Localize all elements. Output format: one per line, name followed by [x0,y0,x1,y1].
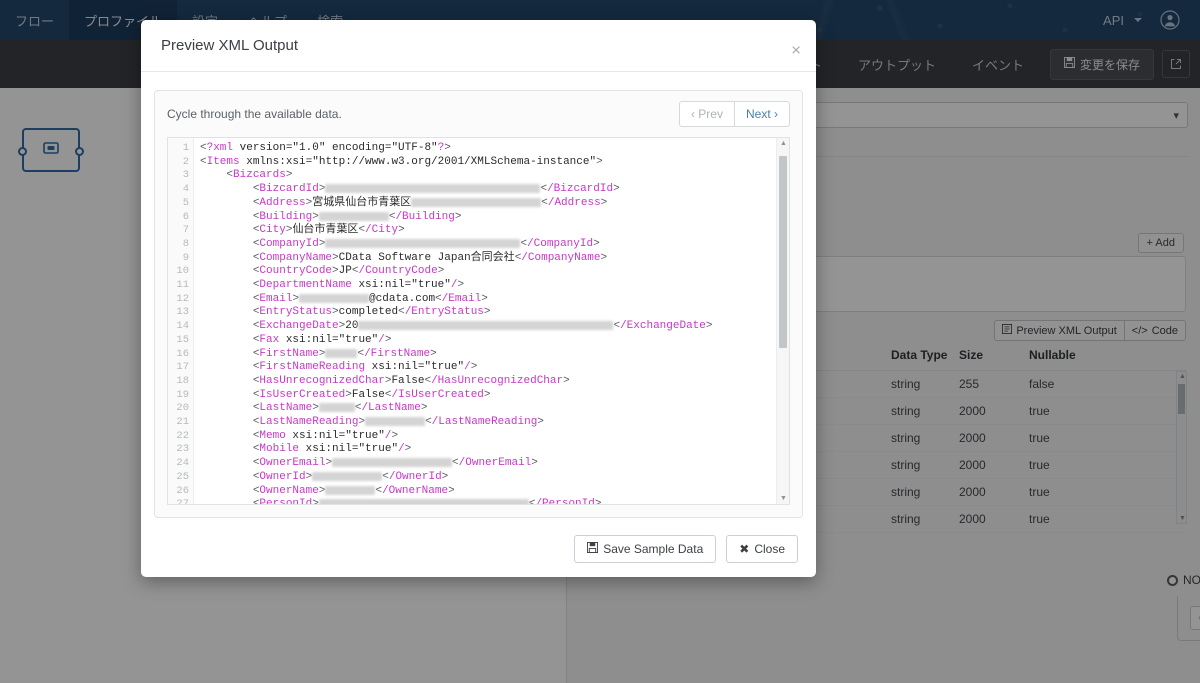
close-dialog-button[interactable]: ✖ Close [726,535,798,563]
code-line-number: 16 [176,347,189,360]
code-line-number: 17 [176,361,189,374]
code-content[interactable]: <?xml version="1.0" encoding="UTF-8"?> <I… [194,138,776,504]
code-line: <BizcardId> </BizcardId> [252,183,620,196]
code-line-number: 2 [182,155,189,168]
code-line: <Building> </Building> [252,210,462,223]
code-line: <Mobile xsi:nil="true"/> [252,443,412,456]
code-line: <ExchangeDate>20 </ExchangeDate> [252,320,713,333]
code-line: <PersonId></PersonId> [200,498,776,504]
code-line-number: 13 [176,306,189,319]
preview-panel: Cycle through the available data. ‹ Prev… [154,90,803,518]
code-line-number: 20 [176,402,189,415]
code-line: <Memo xsi:nil="true"/> [252,429,399,442]
code-line: <Bizcards> [226,169,293,182]
code-line: <LastName> </LastName> [252,402,428,415]
code-line: <CompanyId> </CompanyId> [252,237,600,250]
panel-toolbar: Cycle through the available data. ‹ Prev… [167,101,790,127]
xml-code-viewer[interactable]: 1 2 3 4 5 6 7 8 9 10 11 12 13 14 15 16 17 18 19 20 21 22 23 24 2… [167,137,790,505]
code-line: <OwnerEmail> </OwnerEmail> [252,457,538,470]
code-line-number: 3 [182,169,189,182]
code-line: <?xml version="1.0" encoding="UTF-8"?> [200,142,451,154]
code-line: <CompanyName>CData Software Japan合同会社</C… [252,251,608,264]
code-line: <DepartmentName xsi:nil="true"/> [252,279,465,292]
code-line-numbers: 1 2 3 4 5 6 7 8 9 10 11 12 13 14 15 16 17 18 19 20 21 22 23 24 2… [168,138,194,504]
code-line-number: 10 [176,265,189,278]
code-line: <City>仙台市青葉区</City> [252,224,405,237]
code-line: <FirstName> </FirstName> [252,347,437,360]
code-line-number: 8 [182,237,189,250]
code-line: <Address>宮城県仙台市青葉区 </Address> [252,196,608,209]
code-line-number: 18 [176,374,189,387]
code-line-number: 24 [176,457,189,470]
code-line: <FirstNameReading xsi:nil="true"/> [252,361,478,374]
code-line-number: 7 [182,224,189,237]
close-dialog-label: Close [754,542,785,556]
code-line-number: 9 [182,251,189,264]
next-record-button[interactable]: Next › [734,101,790,127]
code-line: <LastNameReading> </LastNameReading> [252,416,544,429]
scroll-up-arrow-icon[interactable]: ▲ [780,140,787,147]
code-line-number: 27 [176,498,189,505]
code-line-number: 5 [182,196,189,209]
code-line-number: 11 [176,279,189,292]
code-line-number: 22 [176,429,189,442]
code-line: <Items xmlns:xsi="http://www.w3.org/2001… [200,155,603,168]
cycle-hint-text: Cycle through the available data. [167,107,342,121]
code-line: <IsUserCreated>False</IsUserCreated> [252,388,491,401]
preview-xml-output-dialog: Preview XML Output × Cycle through the a… [141,20,816,577]
code-scrollbar[interactable]: ▲ ▼ [776,138,789,504]
prev-record-button[interactable]: ‹ Prev [678,101,735,127]
code-line-number: 6 [182,210,189,223]
dialog-header: Preview XML Output × [141,20,816,72]
code-line-number: 26 [176,484,189,497]
x-mark-icon: ✖ [739,542,750,556]
code-line-number: 23 [176,443,189,456]
code-line-number: 14 [176,320,189,333]
code-line: <OwnerId> </OwnerId> [252,470,449,483]
code-line: <EntryStatus>completed</EntryStatus> [252,306,491,319]
code-line-number: 19 [176,388,189,401]
code-line-number: 12 [176,292,189,305]
dialog-title: Preview XML Output [161,37,298,54]
code-line: <Fax xsi:nil="true"/> [252,333,392,346]
code-line: <Email> @cdata.com</Email> [252,292,488,305]
code-line: <CountryCode>JP</CountryCode> [252,265,445,278]
dialog-footer: Save Sample Data ✖ Close [141,518,816,580]
code-line-number: 21 [176,416,189,429]
floppy-save-icon [587,542,599,556]
screen-root: フロー プロファイル 設定 ヘルプ 検索 API インプット アウトプット イベ… [0,0,1200,683]
dialog-body: Cycle through the available data. ‹ Prev… [141,72,816,518]
code-line-number: 1 [182,142,189,154]
code-line-number: 4 [182,183,189,196]
code-line: <HasUnrecognizedChar>False</HasUnrecogni… [252,374,570,387]
close-icon[interactable]: × [791,42,801,59]
scrollbar-thumb[interactable] [779,156,787,348]
code-line: <OwnerName> </OwnerName> [252,484,455,497]
save-sample-data-button[interactable]: Save Sample Data [574,535,717,563]
scroll-down-arrow-icon[interactable]: ▼ [780,495,787,502]
code-line-number: 25 [176,470,189,483]
record-pager: ‹ Prev Next › [678,101,790,127]
save-sample-data-label: Save Sample Data [603,542,704,556]
code-line-number: 15 [176,333,189,346]
